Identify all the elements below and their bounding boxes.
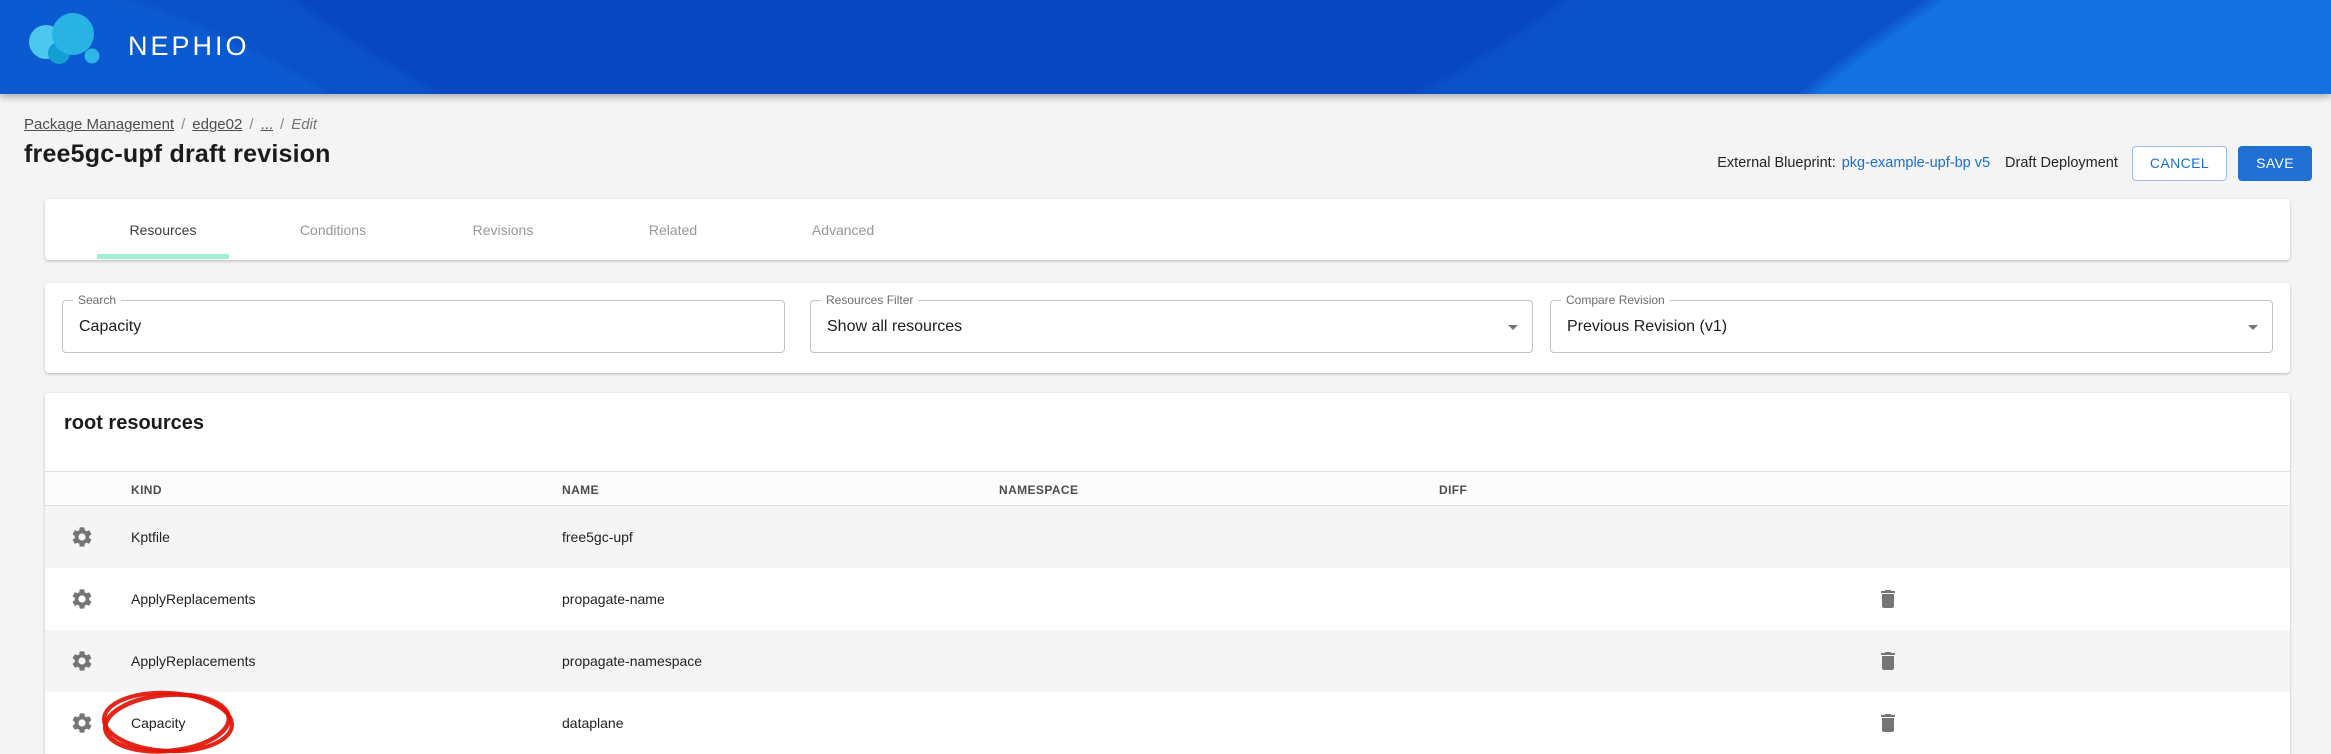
- column-header-diff: DIFF: [1439, 472, 1467, 507]
- trash-icon: [1876, 587, 1900, 611]
- tab-related[interactable]: Related: [607, 199, 739, 260]
- settings-gear-icon: [70, 525, 94, 549]
- tab-conditions[interactable]: Conditions: [267, 199, 399, 260]
- section-title: root resources: [64, 412, 204, 435]
- resources-filter-label: Resources Filter: [821, 293, 918, 307]
- external-blueprint-label: External Blueprint:: [1717, 155, 1835, 171]
- resources-card: root resources KIND NAME NAMESPACE DIFF …: [45, 393, 2290, 754]
- cell-name: dataplane: [562, 715, 624, 731]
- table-row-propagate-name[interactable]: ApplyReplacements propagate-name: [45, 568, 2290, 630]
- resources-filter-select[interactable]: Resources Filter Show all resources: [810, 300, 1533, 353]
- app-header: NEPHIO: [0, 0, 2331, 94]
- cell-name: propagate-namespace: [562, 653, 702, 669]
- delete-resource-button[interactable]: [1876, 711, 1900, 735]
- external-blueprint-link[interactable]: pkg-example-upf-bp v5: [1842, 155, 1990, 171]
- arrow-drop-down-icon[interactable]: [1501, 315, 1525, 339]
- cell-kind: Kptfile: [131, 529, 170, 545]
- breadcrumb-separator: /: [181, 116, 185, 133]
- cancel-button[interactable]: CANCEL: [2132, 146, 2227, 181]
- breadcrumb-link-edge02[interactable]: edge02: [192, 116, 242, 133]
- breadcrumb-link-package-management[interactable]: Package Management: [24, 116, 174, 133]
- trash-icon: [1876, 711, 1900, 735]
- header-actions: External Blueprint: pkg-example-upf-bp v…: [1717, 145, 2312, 181]
- resources-filter-value: Show all resources: [827, 318, 962, 336]
- breadcrumb-separator: /: [280, 116, 284, 133]
- compare-revision-value: Previous Revision (v1): [1567, 318, 1727, 336]
- deployment-status-label: Draft Deployment: [2005, 155, 2118, 171]
- cell-name: free5gc-upf: [562, 529, 633, 545]
- nephio-bubbles-icon: [22, 6, 118, 80]
- column-header-kind: KIND: [131, 472, 162, 507]
- cell-kind: ApplyReplacements: [131, 591, 256, 607]
- search-field: Search: [62, 300, 785, 353]
- tab-revisions[interactable]: Revisions: [437, 199, 569, 260]
- delete-resource-button[interactable]: [1876, 587, 1900, 611]
- active-tab-indicator: [97, 254, 229, 259]
- breadcrumb-link-ellipsis[interactable]: ...: [261, 116, 274, 133]
- settings-gear-icon: [70, 711, 94, 735]
- settings-gear-icon: [70, 649, 94, 673]
- page-title: free5gc-upf draft revision: [24, 140, 331, 169]
- logo-wordmark: NEPHIO: [128, 31, 250, 62]
- cell-kind: ApplyReplacements: [131, 653, 256, 669]
- table-row-capacity[interactable]: Capacity dataplane: [45, 692, 2290, 754]
- table-body: Kptfile free5gc-upf ApplyReplacements pr…: [45, 506, 2290, 754]
- column-header-name: NAME: [562, 472, 599, 507]
- breadcrumb: Package Management / edge02 / ... / Edit: [24, 116, 331, 133]
- table-row-kptfile[interactable]: Kptfile free5gc-upf: [45, 506, 2290, 568]
- cell-kind-capacity: Capacity: [131, 715, 185, 731]
- page-header: Package Management / edge02 / ... / Edit…: [24, 116, 331, 169]
- tab-advanced[interactable]: Advanced: [777, 199, 909, 260]
- save-button[interactable]: SAVE: [2238, 146, 2312, 181]
- compare-revision-label: Compare Revision: [1561, 293, 1670, 307]
- filters-bar: Search Resources Filter Show all resourc…: [45, 283, 2290, 373]
- cell-name: propagate-name: [562, 591, 665, 607]
- search-input[interactable]: [63, 301, 784, 352]
- tabs-bar: Resources Conditions Revisions Related A…: [45, 199, 2290, 260]
- breadcrumb-current-edit: Edit: [291, 116, 317, 133]
- breadcrumb-separator: /: [249, 116, 253, 133]
- table-row-propagate-namespace[interactable]: ApplyReplacements propagate-namespace: [45, 630, 2290, 692]
- delete-resource-button[interactable]: [1876, 649, 1900, 673]
- compare-revision-select[interactable]: Compare Revision Previous Revision (v1): [1550, 300, 2273, 353]
- table-header-row: KIND NAME NAMESPACE DIFF: [45, 471, 2290, 506]
- nephio-logo[interactable]: NEPHIO: [22, 6, 250, 80]
- arrow-drop-down-icon[interactable]: [2241, 315, 2265, 339]
- column-header-namespace: NAMESPACE: [999, 472, 1078, 507]
- nephio-package-editor: NEPHIO Package Management / edge02 / ...…: [0, 0, 2331, 754]
- settings-gear-icon: [70, 587, 94, 611]
- tab-resources[interactable]: Resources: [97, 199, 229, 260]
- trash-icon: [1876, 649, 1900, 673]
